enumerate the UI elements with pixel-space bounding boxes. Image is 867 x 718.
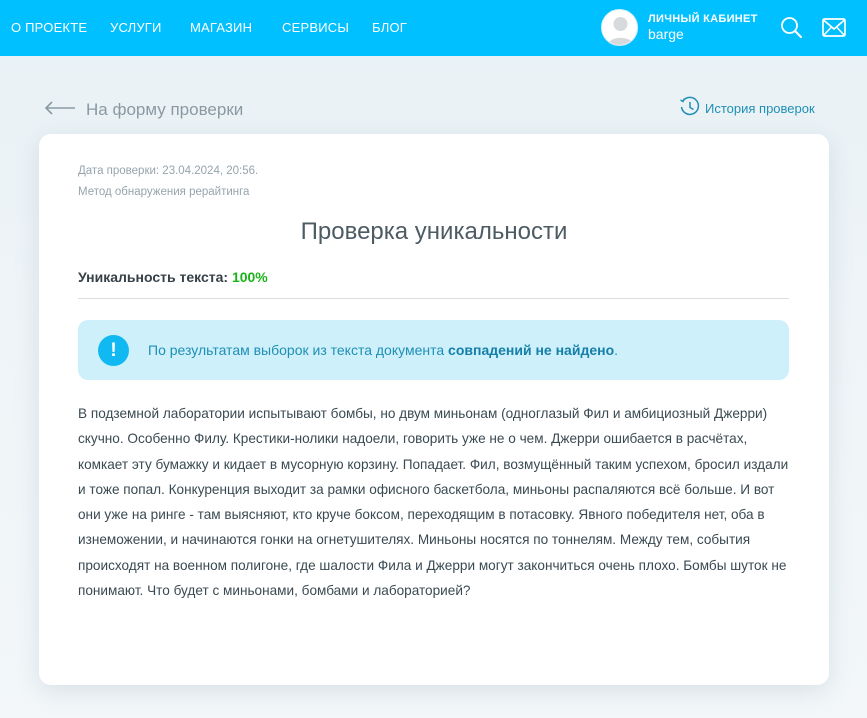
history-clock-icon xyxy=(679,96,705,121)
exclamation-icon: ! xyxy=(98,335,129,366)
uniqueness-score: Уникальность текста: 100% xyxy=(78,269,268,285)
nav-item-about[interactable]: О ПРОЕКТЕ xyxy=(11,20,87,35)
check-method: Метод обнаружения рерайтинга xyxy=(78,186,250,198)
history-link[interactable]: История проверок xyxy=(679,96,815,121)
back-link-label: На форму проверки xyxy=(86,100,244,119)
uniqueness-value: 100% xyxy=(231,269,268,285)
alert-prefix: По результатам выборок из текста докумен… xyxy=(148,342,449,358)
back-to-form-link[interactable]: На форму проверки xyxy=(44,100,243,120)
nav-item-tools[interactable]: СЕРВИСЫ xyxy=(282,20,349,35)
search-icon[interactable] xyxy=(780,16,803,44)
account-info: ЛИЧНЫЙ КАБИНЕТ barge xyxy=(648,13,758,42)
account-menu[interactable]: ЛИЧНЫЙ КАБИНЕТ barge xyxy=(601,9,758,46)
nav-item-blog[interactable]: БЛОГ xyxy=(372,20,407,35)
alert-message: По результатам выборок из текста докумен… xyxy=(148,342,618,358)
top-navigation-bar: О ПРОЕКТЕ УСЛУГИ МАГАЗИН СЕРВИСЫ БЛОГ ЛИ… xyxy=(0,0,867,56)
check-meta: Дата проверки: 23.04.2024, 20:56. Метод … xyxy=(78,161,258,203)
mail-icon[interactable] xyxy=(822,18,846,42)
check-date: Дата проверки: 23.04.2024, 20:56. xyxy=(78,165,259,177)
divider xyxy=(78,298,789,299)
nav-item-services[interactable]: УСЛУГИ xyxy=(110,20,162,35)
alert-suffix: . xyxy=(614,342,619,358)
page-title: Проверка уникальности xyxy=(300,218,568,245)
checked-text: В подземной лаборатории испытывают бомбы… xyxy=(78,406,789,599)
history-link-label: История проверок xyxy=(705,101,815,116)
result-card: Дата проверки: 23.04.2024, 20:56. Метод … xyxy=(39,134,829,685)
avatar xyxy=(601,9,638,46)
uniqueness-label: Уникальность текста: xyxy=(78,269,232,285)
alert-highlight: совпадений не найдено xyxy=(448,342,615,358)
account-title: ЛИЧНЫЙ КАБИНЕТ xyxy=(648,13,758,25)
account-username: barge xyxy=(648,26,684,42)
nav-item-shop[interactable]: МАГАЗИН xyxy=(190,20,252,35)
arrow-left-icon xyxy=(44,100,86,120)
result-alert: ! По результатам выборок из текста докум… xyxy=(78,320,789,380)
